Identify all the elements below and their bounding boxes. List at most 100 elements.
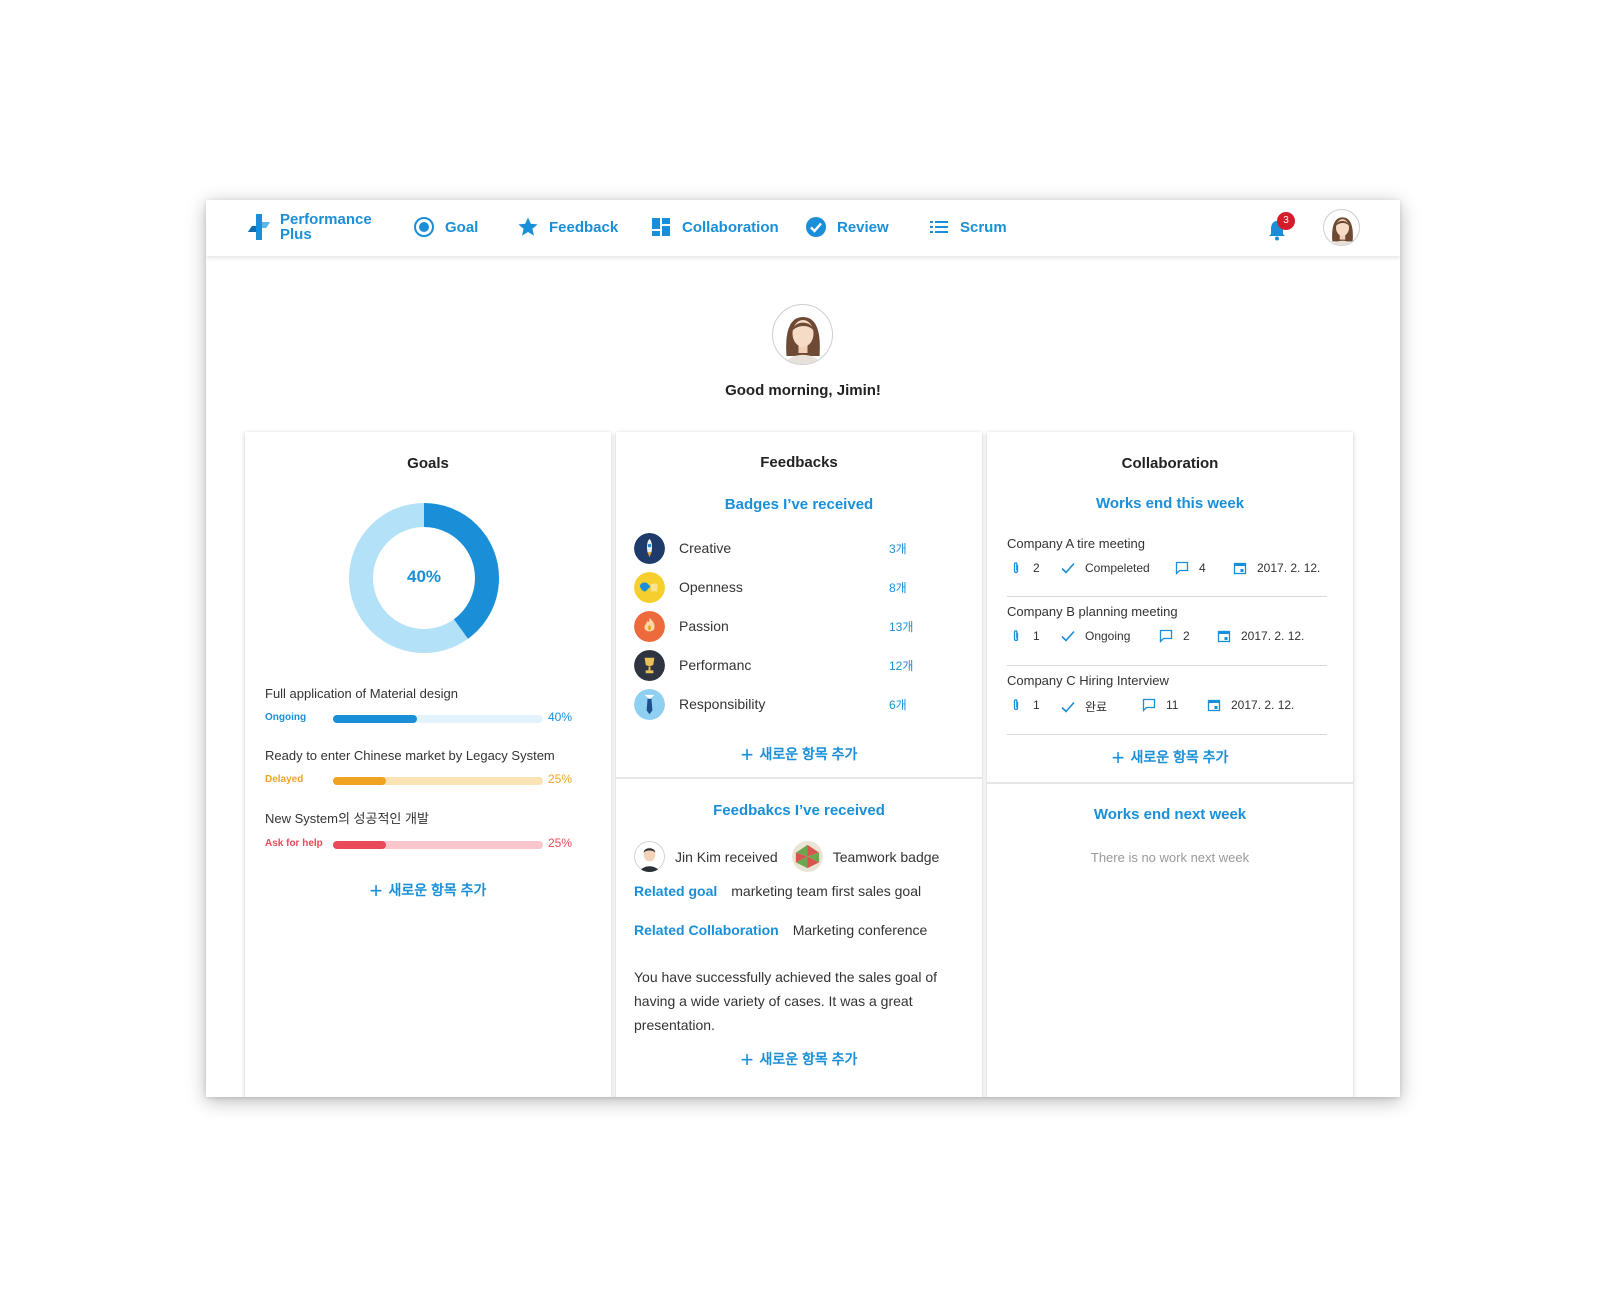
goal-progress-fill — [333, 715, 417, 723]
add-goal-button[interactable]: + 새로운 항목 추가 — [245, 878, 611, 904]
star-icon — [518, 217, 538, 236]
feedback-person: Jin Kim received — [675, 848, 778, 865]
due-date: 2017. 2. 12. — [1207, 698, 1294, 712]
feedbacks-card: Feedbacks Badges I’ve received Creative … — [616, 432, 982, 1097]
badge-item[interactable]: Creative 3개 — [634, 531, 934, 565]
badge-count: 13개 — [889, 619, 914, 634]
top-navbar: Performance Plus Goal Feedback Collabora… — [206, 200, 1400, 256]
goal-progress-fill — [333, 841, 386, 849]
goal-progress-bar — [333, 777, 543, 785]
related-goal-row: Related goal marketing team first sales g… — [634, 883, 921, 899]
comment-count: 11 — [1142, 698, 1178, 712]
fire-icon — [634, 610, 665, 642]
comment-count: 2 — [1159, 629, 1190, 643]
empty-state-text: There is no work next week — [1090, 850, 1250, 865]
work-status-value: 완료 — [1085, 700, 1108, 714]
badge-name: Openness — [679, 579, 743, 595]
paperclip-icon — [1013, 630, 1019, 642]
badge-count: 12개 — [889, 658, 914, 673]
feedbacks-title: Feedbacks — [760, 454, 838, 471]
trophy-icon — [634, 649, 665, 681]
badge-name: Passion — [679, 618, 729, 634]
comment-icon — [1159, 629, 1173, 643]
add-badge-button[interactable]: + 새로운 항목 추가 — [616, 742, 982, 768]
due-date: 2017. 2. 12. — [1233, 561, 1320, 575]
plus-icon: + — [369, 878, 383, 903]
goals-title: Goals — [407, 455, 449, 472]
brand-name: Performance Plus — [280, 212, 372, 243]
goal-percent: 25% — [548, 836, 573, 850]
nav-item-label: Scrum — [960, 218, 1007, 236]
add-feedback-label: 새로운 항목 추가 — [759, 1051, 858, 1067]
teamwork-icon — [791, 841, 823, 872]
brand-logo-icon — [248, 214, 270, 240]
goal-percent: 25% — [548, 772, 573, 786]
comment-icon — [1142, 698, 1156, 712]
work-item[interactable]: Company C Hiring Interview 1 완료 11 2017.… — [1007, 673, 1327, 718]
collaboration-card: Collaboration Works end this week Compan… — [987, 432, 1353, 1097]
work-item[interactable]: Company B planning meeting 1 Ongoing 2 2… — [1007, 604, 1327, 649]
badge-item[interactable]: Openness 8개 — [634, 570, 934, 604]
badge-name: Performanc — [679, 657, 752, 673]
add-work-button[interactable]: + 새로운 항목 추가 — [987, 745, 1353, 771]
goal-item[interactable]: Ready to enter Chinese market by Legacy … — [265, 748, 585, 791]
nav-item-review[interactable]: Review — [805, 216, 889, 238]
goal-progress-bar — [333, 715, 543, 723]
related-goal-label[interactable]: Related goal — [634, 883, 717, 899]
necktie-icon — [634, 688, 665, 720]
comment-count: 4 — [1175, 561, 1206, 575]
add-badge-label: 새로운 항목 추가 — [759, 746, 858, 762]
comment-count-value: 4 — [1199, 561, 1206, 575]
badge-item[interactable]: Passion 13개 — [634, 609, 934, 643]
goal-title: New System의 성공적인 개발 — [265, 811, 429, 826]
add-feedback-button[interactable]: + 새로운 항목 추가 — [616, 1047, 982, 1073]
calendar-icon — [1233, 562, 1247, 575]
avatar-illustration — [1332, 217, 1353, 245]
attachment-count-value: 1 — [1033, 698, 1040, 712]
user-avatar[interactable] — [1323, 209, 1360, 246]
nav-item-label: Goal — [445, 218, 479, 236]
work-title: Company A tire meeting — [1007, 536, 1146, 551]
feedbacks-received-section: Feedbakcs I’ve received Jin Kim received — [616, 779, 982, 1097]
attachment-count-value: 2 — [1033, 561, 1040, 575]
check-circle-icon — [806, 217, 826, 237]
work-status: Ongoing — [1061, 629, 1130, 643]
work-item[interactable]: Company A tire meeting 2 Compeleted 4 20… — [1007, 536, 1327, 581]
work-title: Company C Hiring Interview — [1007, 673, 1169, 688]
add-work-label: 새로운 항목 추가 — [1130, 749, 1229, 765]
goal-percent: 40% — [548, 710, 573, 724]
due-date-value: 2017. 2. 12. — [1241, 629, 1305, 643]
nav-item-collaboration[interactable]: Collaboration — [650, 216, 779, 238]
related-goal-value: marketing team first sales goal — [731, 883, 922, 899]
nav-item-feedback[interactable]: Feedback — [517, 216, 618, 238]
goal-item[interactable]: New System의 성공적인 개발 Ask for help 25% — [265, 808, 585, 855]
goal-item[interactable]: Full application of Material design Ongo… — [265, 686, 585, 729]
greeting-text: Good morning, Jimin! — [725, 382, 881, 399]
brand-line-2: Plus — [280, 226, 312, 243]
badges-received-title: Badges I’ve received — [724, 496, 874, 513]
plus-icon: + — [740, 1047, 754, 1072]
goals-card: Goals 40% Full application of Material d… — [245, 432, 611, 1097]
related-collab-label[interactable]: Related Collaboration — [634, 922, 779, 938]
badge-count: 3개 — [889, 541, 907, 556]
nav-item-goal[interactable]: Goal — [413, 216, 478, 238]
nav-item-label: Collaboration — [682, 218, 779, 236]
badge-item[interactable]: Responsibility 6개 — [634, 687, 934, 721]
feedback-person-row[interactable]: Jin Kim received Teamwork badge — [634, 841, 939, 872]
goal-progress-fill — [333, 777, 386, 785]
calendar-icon — [1207, 699, 1221, 712]
goal-progress-bar — [333, 841, 543, 849]
works-next-week-title: Works end next week — [1093, 806, 1247, 823]
target-icon — [414, 217, 434, 237]
badge-item[interactable]: Performanc 12개 — [634, 648, 934, 682]
check-icon — [1061, 701, 1075, 713]
work-divider — [1007, 596, 1327, 597]
due-date-value: 2017. 2. 12. — [1257, 561, 1321, 575]
profile-avatar[interactable] — [772, 304, 833, 365]
goal-status: Ongoing — [265, 712, 307, 723]
dashboard-icon — [652, 218, 670, 236]
feedbacks-received-title: Feedbakcs I’ve received — [713, 802, 885, 819]
nav-item-scrum[interactable]: Scrum — [928, 216, 1007, 238]
nav-item-label: Feedback — [549, 218, 619, 236]
brand[interactable]: Performance Plus — [244, 212, 372, 243]
